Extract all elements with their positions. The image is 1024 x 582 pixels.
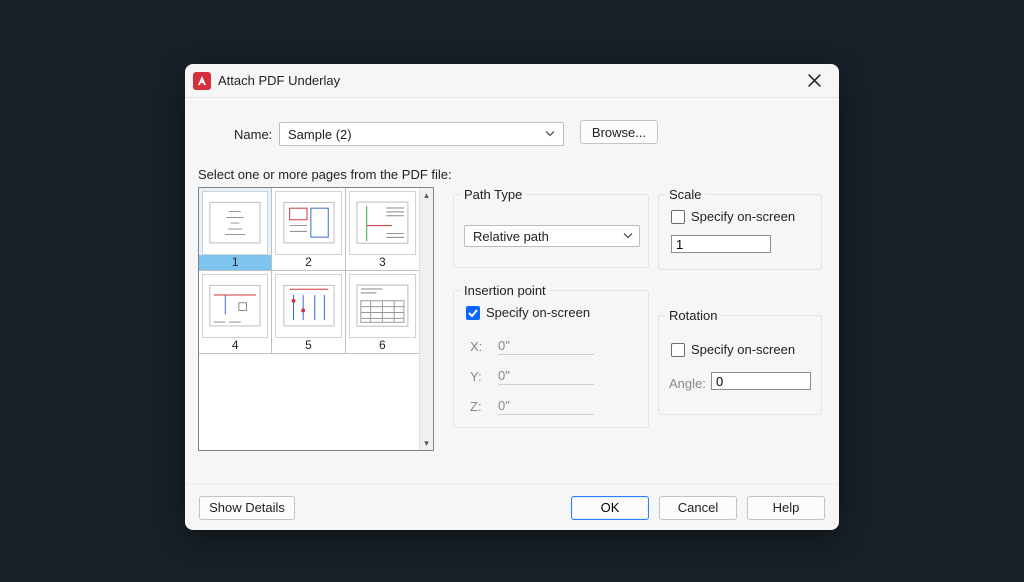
- scale-title: Scale: [665, 187, 706, 202]
- pdf-page-thumbnail[interactable]: ▬▬▬▬▬▬▬▬▬▬▬▬▬▬▬▬▬▬▬▬▬▬▬▬▬ 1: [199, 188, 272, 271]
- insertion-specify-label: Specify on-screen: [486, 305, 590, 320]
- browse-button[interactable]: Browse...: [580, 120, 658, 144]
- path-type-group: Path Type Relative path: [453, 194, 649, 268]
- rotation-specify-label: Specify on-screen: [691, 342, 795, 357]
- help-button[interactable]: Help: [747, 496, 825, 520]
- rotation-title: Rotation: [665, 308, 721, 323]
- scale-group: Scale Specify on-screen: [658, 194, 822, 270]
- pdf-page-thumbnail[interactable]: 3: [346, 188, 419, 271]
- name-dropdown[interactable]: Sample (2): [279, 122, 564, 146]
- pdf-page-thumbnail[interactable]: 4: [199, 271, 272, 354]
- thumbnail-number: 4: [199, 338, 271, 353]
- svg-text:▬▬▬▬▬: ▬▬▬▬▬: [228, 227, 243, 231]
- app-icon: [193, 72, 211, 90]
- thumbnail-number: 2: [272, 255, 344, 270]
- thumbnail-preview-icon: [202, 274, 268, 338]
- rotation-group: Rotation Specify on-screen Angle:: [658, 315, 822, 415]
- name-label: Name:: [234, 127, 272, 142]
- thumbnail-preview-icon: [275, 191, 341, 255]
- svg-text:▬▬▬▬▬▬: ▬▬▬▬▬▬: [227, 215, 244, 219]
- thumbnail-number: 1: [199, 255, 271, 270]
- attach-pdf-dialog: Attach PDF Underlay Name: Sample (2) Bro…: [185, 64, 839, 530]
- thumbnail-number: 6: [346, 338, 419, 353]
- thumbnail-preview-icon: [349, 274, 416, 338]
- insertion-x-label: X:: [470, 339, 486, 354]
- dialog-footer: Show Details OK Cancel Help: [185, 484, 839, 530]
- pdf-thumbnails-panel: ▬▬▬▬▬▬▬▬▬▬▬▬▬▬▬▬▬▬▬▬▬▬▬▬▬ 1 2 3: [198, 187, 434, 451]
- thumbnail-number: 5: [272, 338, 344, 353]
- rotation-specify-checkbox[interactable]: Specify on-screen: [671, 342, 795, 357]
- scale-specify-checkbox[interactable]: Specify on-screen: [671, 209, 795, 224]
- scroll-up-icon: ▴: [424, 188, 429, 202]
- path-type-title: Path Type: [460, 187, 526, 202]
- path-type-dropdown[interactable]: Relative path: [464, 225, 640, 247]
- pdf-page-thumbnail[interactable]: 6: [346, 271, 419, 354]
- pdf-page-thumbnail[interactable]: 2: [272, 188, 345, 271]
- titlebar: Attach PDF Underlay: [185, 64, 839, 98]
- ok-button[interactable]: OK: [571, 496, 649, 520]
- thumbnail-preview-icon: ▬▬▬▬▬▬▬▬▬▬▬▬▬▬▬▬▬▬▬▬▬▬▬▬▬: [202, 191, 268, 255]
- cancel-button[interactable]: Cancel: [659, 496, 737, 520]
- insertion-z-label: Z:: [470, 399, 486, 414]
- scroll-down-icon: ▾: [424, 436, 429, 450]
- scale-input[interactable]: [671, 235, 771, 253]
- insertion-z-row: Z:: [470, 397, 594, 415]
- thumbnails-scrollbar[interactable]: ▴ ▾: [419, 188, 433, 450]
- dialog-title: Attach PDF Underlay: [218, 73, 340, 88]
- svg-text:▬▬▬▬: ▬▬▬▬: [229, 209, 241, 213]
- thumbnail-preview-icon: [275, 274, 341, 338]
- rotation-angle-label: Angle:: [669, 376, 706, 391]
- chevron-down-icon: [623, 229, 633, 244]
- close-icon: [808, 74, 821, 87]
- insertion-x-input: [498, 337, 594, 355]
- thumbnail-preview-icon: [349, 191, 416, 255]
- insertion-y-label: Y:: [470, 369, 486, 384]
- pdf-page-thumbnail[interactable]: 5: [272, 271, 345, 354]
- name-value: Sample (2): [288, 127, 352, 142]
- thumbnail-number: 3: [346, 255, 419, 270]
- rotation-angle-input[interactable]: [711, 372, 811, 390]
- insertion-title: Insertion point: [460, 283, 550, 298]
- insertion-y-row: Y:: [470, 367, 594, 385]
- chevron-down-icon: [545, 127, 555, 142]
- insertion-z-input: [498, 397, 594, 415]
- svg-text:▬▬▬: ▬▬▬: [231, 221, 240, 225]
- show-details-button[interactable]: Show Details: [199, 496, 295, 520]
- insertion-point-group: Insertion point Specify on-screen X: Y: …: [453, 290, 649, 428]
- scale-specify-label: Specify on-screen: [691, 209, 795, 224]
- insertion-y-input: [498, 367, 594, 385]
- close-button[interactable]: [799, 66, 829, 96]
- path-type-value: Relative path: [473, 229, 549, 244]
- dialog-content: Name: Sample (2) Browse... Select one or…: [185, 98, 839, 484]
- insertion-x-row: X:: [470, 337, 594, 355]
- select-pages-label: Select one or more pages from the PDF fi…: [198, 167, 452, 182]
- svg-text:▬▬▬▬▬▬▬: ▬▬▬▬▬▬▬: [225, 233, 245, 237]
- insertion-specify-checkbox[interactable]: Specify on-screen: [466, 305, 590, 320]
